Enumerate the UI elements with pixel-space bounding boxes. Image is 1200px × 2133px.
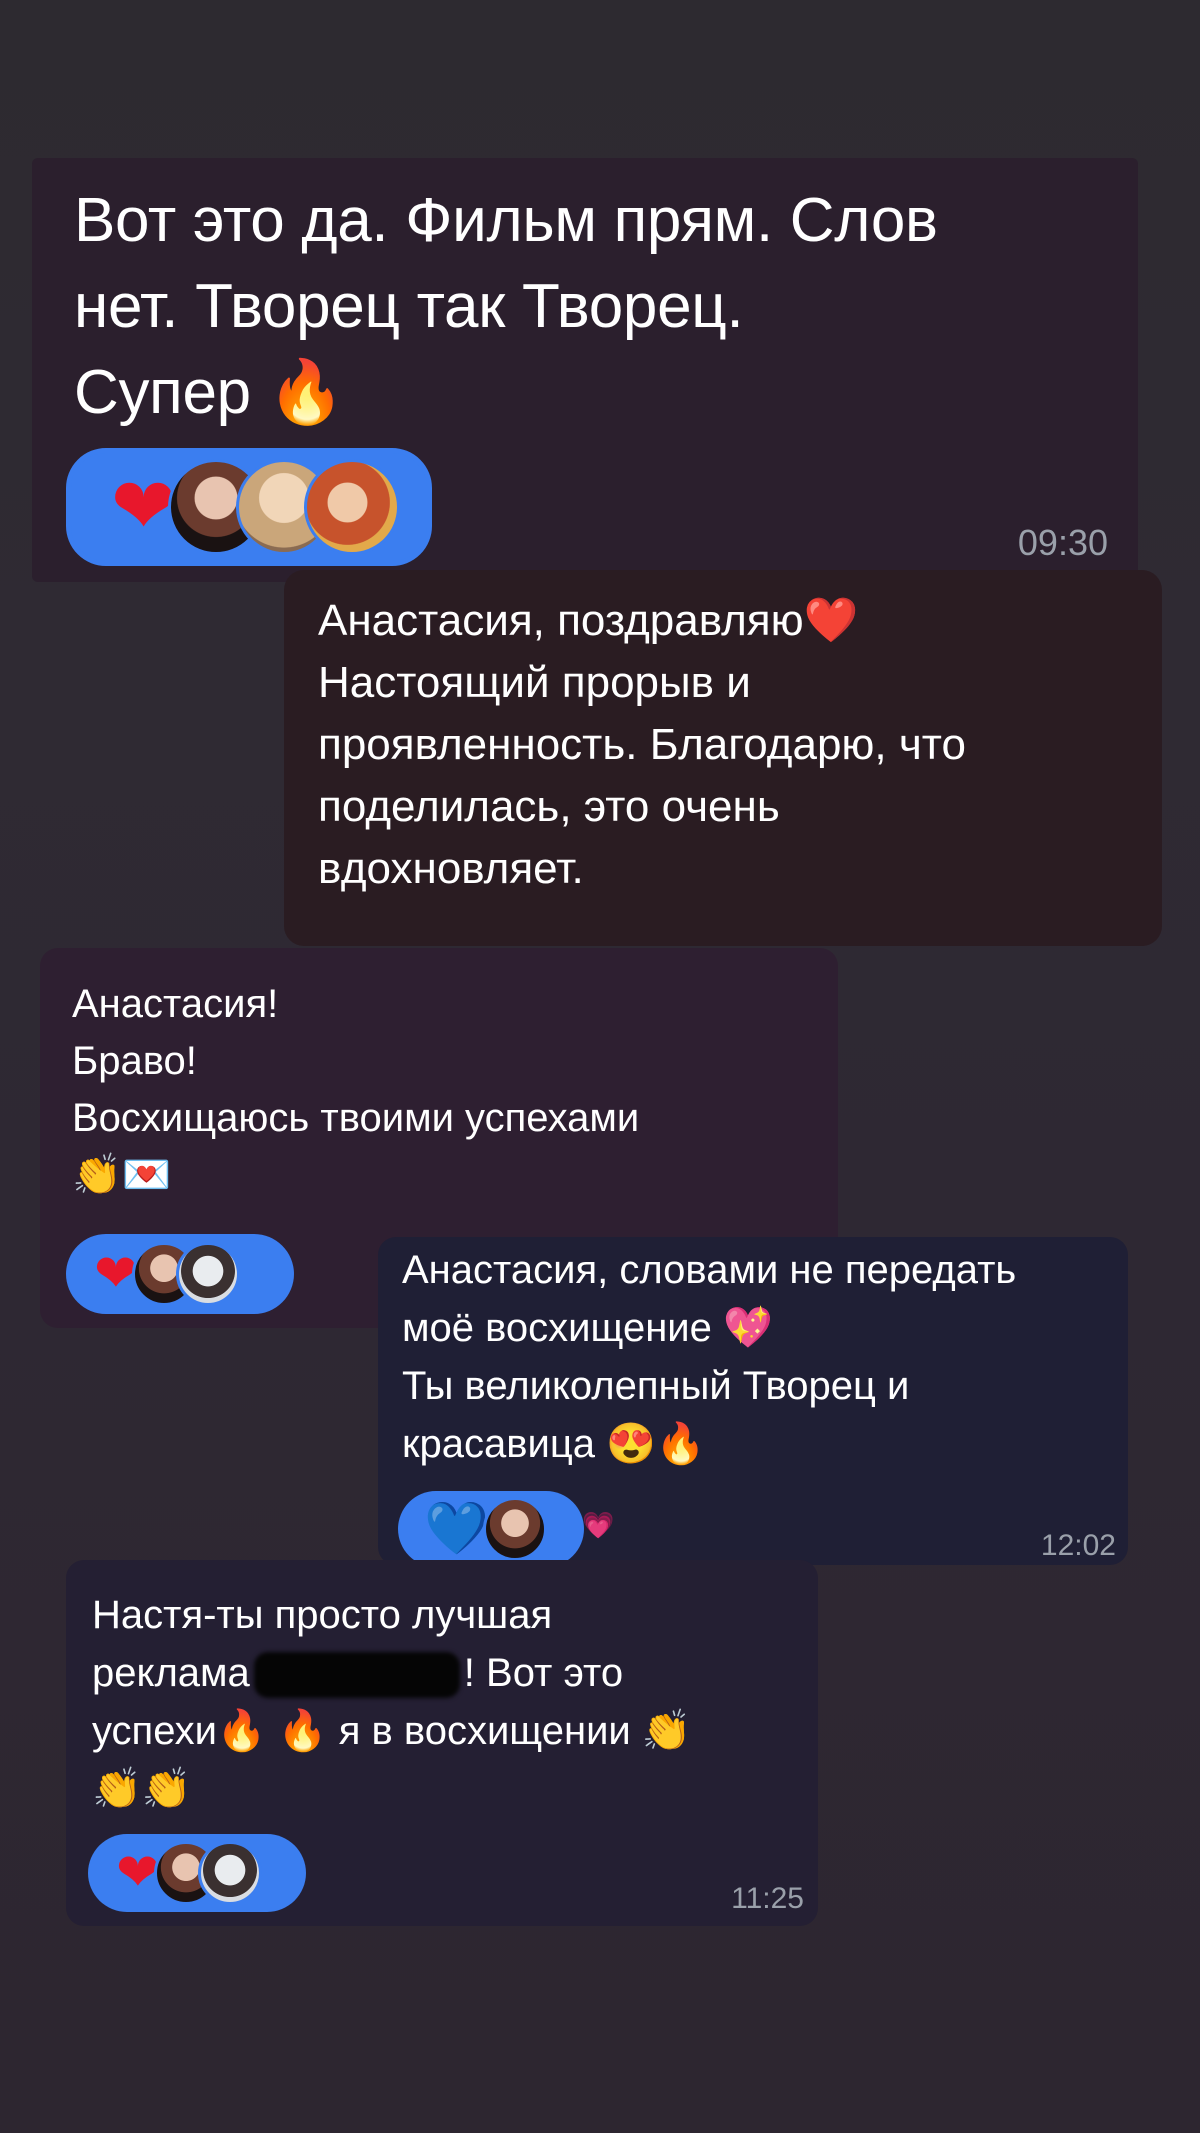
avatar <box>304 459 401 555</box>
message-text: Настя-ты просто лучшая реклама! Вот это … <box>92 1586 692 1818</box>
message-line: ! Вот это <box>463 1651 624 1695</box>
message-line: реклама <box>92 1651 250 1695</box>
avatar <box>175 1242 240 1306</box>
message-line: успехи🔥 🔥 я в восхищении 👏 <box>92 1709 692 1753</box>
message-line: Настя-ты просто лучшая <box>92 1593 553 1637</box>
message-line: 👏👏 <box>92 1767 192 1811</box>
message-timestamp: 12:02 <box>1040 1529 1116 1562</box>
blue-heart-reaction-icon: 💙 <box>424 1499 489 1559</box>
message-bubble-1[interactable]: Вот это да. Фильм прям. Слов нет. Творец… <box>32 158 1138 582</box>
censored-text <box>253 1652 460 1699</box>
heart-reaction-icon: ❤ <box>111 462 177 552</box>
message-text: Анастасия, поздравляю❤️ Настоящий прорыв… <box>318 596 966 893</box>
message-bubble-4[interactable]: Анастасия, словами не передать моё восхи… <box>378 1237 1128 1567</box>
message-text: Вот это да. Фильм прям. Слов нет. Творец… <box>74 186 938 427</box>
growing-heart-icon: 💗 <box>582 1511 615 1541</box>
reactions-bar[interactable]: ❤ <box>66 448 432 566</box>
reactions-bar[interactable]: ❤ <box>88 1834 306 1912</box>
avatar <box>197 1841 262 1905</box>
message-text: Анастасия, словами не передать моё восхи… <box>402 1248 1017 1466</box>
avatar <box>482 1497 547 1561</box>
message-bubble-5[interactable]: Настя-ты просто лучшая реклама! Вот это … <box>66 1560 818 1926</box>
reactions-bar[interactable]: ❤ <box>66 1234 294 1314</box>
message-bubble-2[interactable]: Анастасия, поздравляю❤️ Настоящий прорыв… <box>284 570 1162 946</box>
message-timestamp: 09:30 <box>1017 522 1108 563</box>
reactions-bar[interactable]: 💙 <box>398 1491 584 1567</box>
message-timestamp: 11:25 <box>731 1882 804 1915</box>
message-text: Анастасия! Браво! Восхищаюсь твоими успе… <box>72 982 640 1197</box>
